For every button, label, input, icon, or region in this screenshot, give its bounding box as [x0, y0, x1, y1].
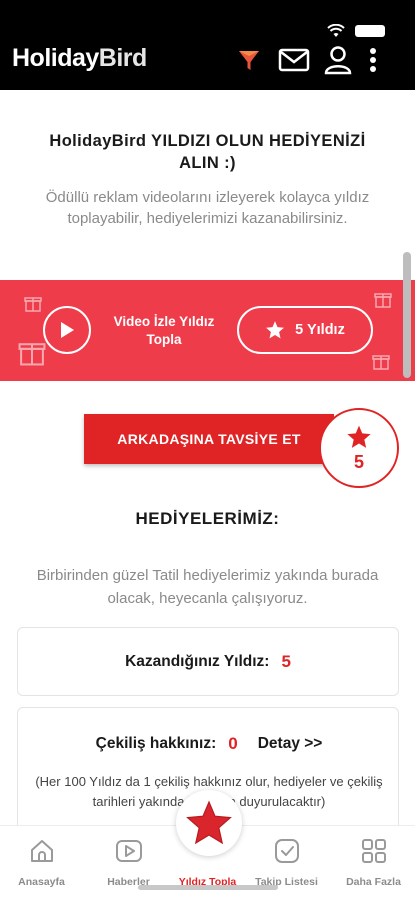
earned-stars-label: Kazandığınız Yıldız:: [125, 652, 270, 670]
app-header: HolidayBird: [0, 0, 415, 90]
draw-entries-label: Çekiliş hakkınız:: [95, 735, 217, 752]
header-actions: [236, 44, 380, 76]
mail-icon: [278, 48, 310, 72]
earned-stars-value: 5: [281, 651, 291, 671]
draw-entries-value: 0: [228, 734, 238, 753]
recommend-star-badge: 5: [319, 408, 399, 488]
more-vertical-icon: [370, 48, 376, 72]
nav-label-more: Daha Fazla: [346, 876, 401, 888]
collect-stars-fab[interactable]: [176, 790, 242, 856]
star-icon: [266, 321, 285, 339]
brand-name-part2: Bird: [98, 44, 148, 72]
earned-stars-card: Kazandığınız Yıldız: 5: [17, 627, 399, 696]
gifts-title: HEDİYELERİMİZ:: [135, 509, 280, 528]
app-screen: HolidayBird HolidayBird YILDIZI OLUN HED…: [0, 0, 415, 900]
stars-balance-label: 5 Yıldız: [295, 322, 345, 338]
star-icon: [347, 425, 371, 448]
play-icon: [114, 836, 144, 866]
draw-detail-link[interactable]: Detay >>: [258, 735, 323, 753]
nav-item-news[interactable]: Haberler: [87, 836, 170, 888]
grid-icon: [359, 836, 389, 866]
gift-icon: [374, 293, 392, 308]
brand-name-part1: Holiday: [12, 44, 99, 72]
profile-button[interactable]: [322, 44, 354, 76]
gift-icon: [24, 297, 42, 312]
home-icon: [27, 836, 57, 866]
intro-text: Ödüllü reklam videolarını izleyerek kola…: [45, 189, 370, 227]
stars-balance-pill[interactable]: 5 Yıldız: [237, 306, 373, 354]
draw-entries-row: Çekiliş hakkınız: 0 Detay >>: [18, 734, 400, 754]
star-icon: [186, 800, 232, 845]
wifi-icon: [327, 24, 345, 37]
nav-item-home[interactable]: Anasayfa: [0, 836, 83, 888]
filter-button[interactable]: [236, 44, 262, 76]
recommend-star-count: 5: [353, 451, 364, 472]
intro-title: HolidayBird YILDIZI OLUN HEDİYENİZİ ALIN…: [49, 132, 366, 172]
user-icon: [324, 46, 352, 75]
gift-icon: [18, 343, 46, 366]
nav-item-watchlist[interactable]: Takip Listesi: [245, 836, 328, 888]
play-icon: [61, 322, 74, 338]
nav-label-home: Anasayfa: [18, 876, 65, 888]
gift-icon: [372, 355, 390, 370]
home-indicator[interactable]: [138, 885, 278, 890]
checklist-icon: [272, 836, 302, 866]
main-content[interactable]: HolidayBird YILDIZI OLUN HEDİYENİZİ ALIN…: [0, 90, 415, 825]
status-bar: [327, 24, 385, 38]
promo-band: Video İzle Yıldız Topla 5 Yıldız: [0, 280, 415, 381]
filter-icon: [239, 51, 259, 70]
brand-logo: HolidayBird: [12, 44, 147, 73]
battery-icon: [355, 25, 385, 37]
gifts-text: Birbirinden güzel Tatil hediyelerimiz ya…: [36, 567, 379, 607]
more-options-button[interactable]: [366, 44, 380, 76]
scrollbar[interactable]: [403, 252, 411, 378]
recommend-to-friend-button[interactable]: ARKADAŞINA TAVSİYE ET: [84, 414, 334, 464]
watch-video-button[interactable]: [43, 306, 91, 354]
watch-video-label[interactable]: Video İzle Yıldız Topla: [104, 313, 224, 349]
nav-item-more[interactable]: Daha Fazla: [332, 836, 415, 888]
messages-button[interactable]: [276, 44, 312, 76]
